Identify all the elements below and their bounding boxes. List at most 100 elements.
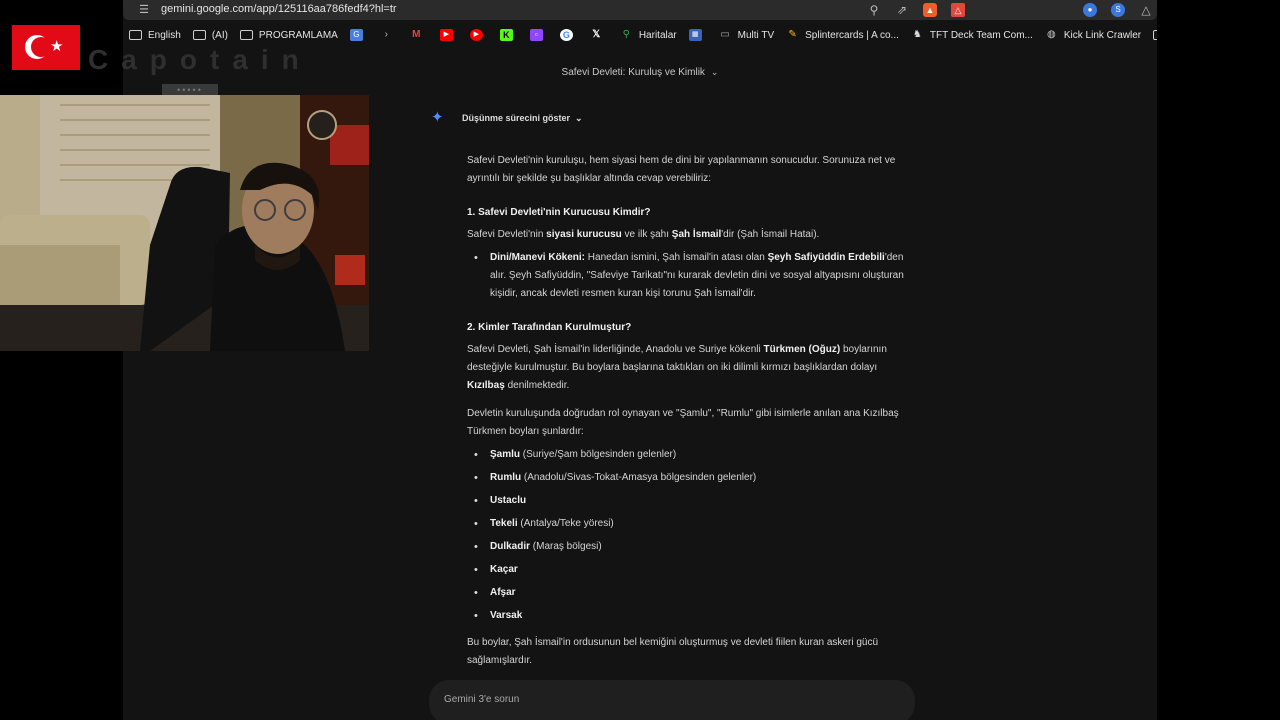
bookmark-play[interactable]: ›: [380, 24, 399, 46]
bookmark-label: PROGRAMLAMA: [258, 29, 338, 41]
text-run: denilmektedir.: [504, 380, 570, 391]
text-run: 'dir (Şah İsmail Hatai).: [721, 229, 820, 240]
section2-closing: Bu boylar, Şah İsmail'in ordusunun bel k…: [467, 637, 879, 666]
zoom-icon[interactable]: ⚲: [867, 3, 881, 17]
prompt-input[interactable]: Gemini 3'e sorun: [429, 680, 915, 720]
tribe-name: Dulkadir: [490, 541, 531, 552]
bookmark-label: (AI): [211, 29, 228, 41]
site-settings-icon[interactable]: ☰: [137, 3, 151, 17]
bookmark-kick[interactable]: K: [499, 24, 519, 46]
bold-run: siyasi kurucusu: [546, 229, 622, 240]
bookmark-multitv-logo[interactable]: ▦: [688, 24, 708, 46]
text-run: Safevi Devleti'nin: [467, 229, 547, 240]
folder-icon: [1153, 30, 1157, 40]
section1-paragraph: Safevi Devleti'nin siyasi kurucusu ve il…: [467, 226, 912, 244]
webcam-overlay: [0, 95, 369, 351]
list-item: Afşar: [467, 584, 912, 602]
bookmark-haritalar[interactable]: ⚲ Haritalar: [620, 24, 677, 46]
list-item: Şamlu (Suriye/Şam bölgesinden gelenler): [467, 446, 912, 464]
play-icon: ›: [384, 29, 388, 40]
google-icon: G: [559, 29, 573, 41]
bookmark-programlama[interactable]: PROGRAMLAMA: [239, 24, 338, 46]
screen: ☰ gemini.google.com/app/125116aa786fedf4…: [0, 0, 1280, 720]
section2-paragraph: Safevi Devleti, Şah İsmail'in liderliğin…: [467, 341, 912, 395]
section-heading-tribes: 2. Kimler Tarafından Kurulmuştur?: [467, 322, 632, 333]
tribe-note: (Maraş bölgesi): [530, 541, 602, 552]
folder-icon: [239, 30, 253, 40]
response-intro: Safevi Devleti'nin kuruluşu, hem siyasi …: [467, 155, 896, 184]
list-item: Kaçar: [467, 561, 912, 579]
sync-extension-icon[interactable]: S: [1111, 3, 1125, 17]
brave-rewards-icon[interactable]: △: [951, 3, 965, 17]
bookmark-gmail[interactable]: M: [410, 24, 429, 46]
list-item: Dini/Manevi Kökeni: Hanedan ismini, Şah …: [467, 249, 912, 303]
chevron-down-icon: ⌄: [710, 67, 719, 77]
tribe-name: Rumlu: [490, 472, 522, 483]
show-thinking-toggle[interactable]: Düşünme sürecini göster ⌄: [462, 113, 583, 124]
list-item: Dulkadir (Maraş bölgesi): [467, 538, 912, 556]
bookmark-multi-tv[interactable]: ▭ Multi TV: [719, 24, 775, 46]
text-run: Safevi Devleti, Şah İsmail'in liderliğin…: [467, 344, 764, 355]
bookmark-x[interactable]: 𝕏: [590, 24, 609, 46]
bookmark-label: Multi TV: [737, 29, 775, 41]
extension-icon[interactable]: ●: [1083, 3, 1097, 17]
multitv-logo-icon: ▦: [688, 29, 702, 41]
webcam-scene: [0, 95, 369, 351]
prompt-placeholder: Gemini 3'e sorun: [444, 694, 520, 705]
splinter-icon: ✎: [788, 29, 797, 40]
model-response: Safevi Devleti'nin kuruluşu, hem siyasi …: [467, 152, 912, 670]
turkish-flag-icon: ★: [12, 25, 80, 70]
show-thinking-label: Düşünme sürecini göster: [462, 113, 571, 123]
bookmark-label: English: [148, 29, 181, 41]
tribe-name: Kaçar: [490, 564, 518, 575]
folder-icon: [192, 30, 206, 40]
tribe-name: Tekeli: [490, 518, 518, 529]
section-heading-founder: 1. Safevi Devleti'nin Kurucusu Kimdir?: [467, 207, 651, 218]
bold-run: Şah İsmail: [671, 229, 722, 240]
tribes-list: Şamlu (Suriye/Şam bölgesinden gelenler) …: [467, 446, 912, 625]
bookmark-youtube[interactable]: ▶: [439, 24, 459, 46]
multitv-icon: ▭: [720, 29, 730, 40]
triangle-extension-icon[interactable]: △: [1139, 3, 1153, 17]
bookmarks-bar: English (AI) PROGRAMLAMA G › M ▶ ▶ K ▫ G…: [123, 24, 1157, 46]
bookmark-translate[interactable]: G: [349, 24, 369, 46]
bold-run: Türkmen (Oğuz): [763, 344, 841, 355]
bookmark-google[interactable]: G: [559, 24, 579, 46]
bookmark-english[interactable]: English: [129, 24, 181, 46]
tribe-note: (Anadolu/Sivas-Tokat-Amasya bölgesinden …: [521, 472, 757, 483]
bookmark-twitch[interactable]: ▫: [529, 24, 549, 46]
bookmark-label: Haritalar: [638, 29, 677, 41]
gemini-spark-icon: ✦: [431, 109, 444, 126]
bookmark-label: Kick Link Crawler: [1063, 29, 1142, 41]
share-icon[interactable]: ⇗: [895, 3, 909, 17]
gmail-icon: M: [412, 29, 421, 40]
star-icon: ★: [50, 38, 64, 55]
bookmark-splintercards[interactable]: ✎ Splintercards | A co...: [786, 24, 899, 46]
list-item: Ustaclu: [467, 492, 912, 510]
list-item: Tekeli (Antalya/Teke yöresi): [467, 515, 912, 533]
globe-icon: ◍: [1047, 29, 1056, 40]
section1-list: Dini/Manevi Kökeni: Hanedan ismini, Şah …: [467, 249, 912, 303]
text-run: Hanedan ismini, Şah İsmail'in atası olan: [585, 252, 768, 263]
bold-run: Kızılbaş: [467, 380, 505, 391]
tribe-name: Afşar: [490, 587, 516, 598]
tribe-name: Şamlu: [490, 449, 521, 460]
bookmark-kick-link-crawler[interactable]: ◍ Kick Link Crawler: [1045, 24, 1141, 46]
address-bar[interactable]: ☰ gemini.google.com/app/125116aa786fedf4…: [123, 0, 1157, 20]
bold-run: Şeyh Safiyüddin Erdebili: [767, 252, 885, 263]
kick-icon: K: [499, 29, 513, 41]
twitch-icon: ▫: [529, 29, 543, 41]
bookmark-label: Splintercards | A co...: [805, 29, 899, 41]
bookmark-tft[interactable]: ♞ TFT Deck Team Com...: [911, 24, 1033, 46]
tribe-note: (Suriye/Şam bölgesinden gelenler): [520, 449, 677, 460]
brave-shields-icon[interactable]: ▲: [923, 3, 937, 17]
chevron-down-icon: ⌄: [575, 113, 583, 123]
translate-icon: G: [349, 29, 363, 41]
bookmark-youtube-music[interactable]: ▶: [469, 24, 489, 46]
tft-icon: ♞: [912, 29, 922, 40]
url-text[interactable]: gemini.google.com/app/125116aa786fedf4?h…: [161, 3, 397, 15]
conversation-title-text: Safevi Devleti: Kuruluş ve Kimlik: [561, 67, 705, 78]
youtube-music-icon: ▶: [469, 29, 483, 41]
bookmark-tarkov[interactable]: tarkov: [1153, 24, 1157, 46]
bookmark-ai[interactable]: (AI): [192, 24, 228, 46]
